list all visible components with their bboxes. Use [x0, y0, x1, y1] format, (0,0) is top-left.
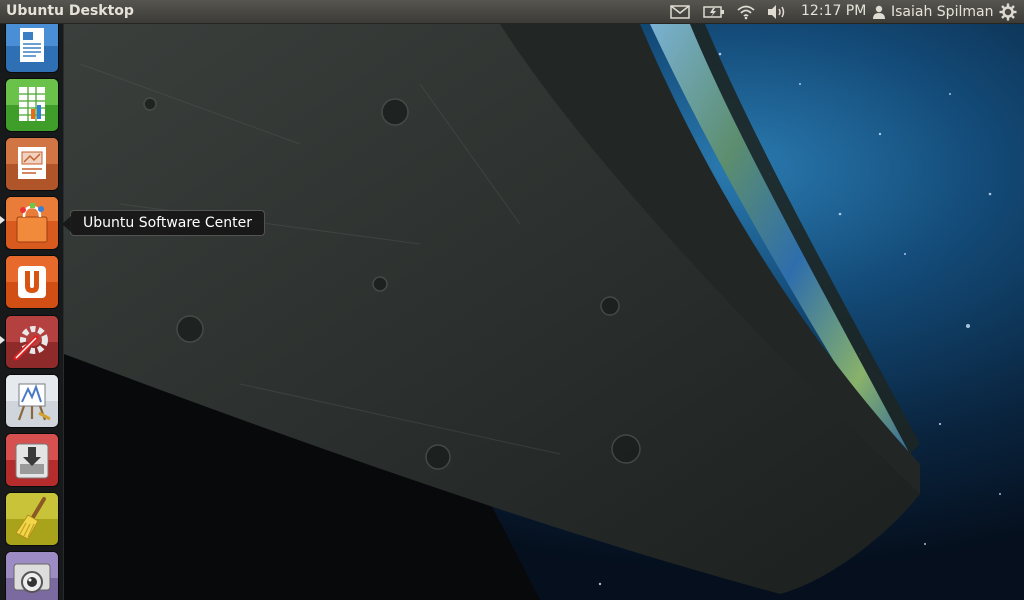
wifi-icon[interactable]: [734, 0, 758, 24]
desktop-wallpaper: [0, 24, 1024, 600]
ubuntu-one-icon: [6, 256, 58, 308]
launcher-item-software-center[interactable]: [6, 197, 58, 249]
top-panel: Ubuntu Desktop 12:17 PM Isaiah Spilman: [0, 0, 1024, 24]
gear-icon[interactable]: [996, 0, 1020, 24]
user-name: Isaiah Spilman: [891, 4, 994, 20]
launcher-item-ubuntu-one[interactable]: [6, 256, 58, 308]
document-icon: [6, 20, 58, 72]
easel-icon: [6, 375, 58, 427]
tooltip-arrow: [62, 216, 71, 232]
launcher-item-download-manager[interactable]: [6, 434, 58, 486]
user-menu[interactable]: Isaiah Spilman: [872, 0, 993, 24]
volume-icon[interactable]: [764, 0, 790, 24]
shopping-bag-icon: [6, 197, 58, 249]
launcher-item-calc[interactable]: [6, 79, 58, 131]
clock[interactable]: 12:17 PM: [801, 3, 866, 19]
launcher: [0, 20, 64, 600]
presentation-icon: [6, 138, 58, 190]
launcher-item-writer[interactable]: [6, 20, 58, 72]
spreadsheet-icon: [6, 79, 58, 131]
broom-icon: [6, 493, 58, 545]
launcher-item-cleaner[interactable]: [6, 493, 58, 545]
tooltip-text: Ubuntu Software Center: [83, 215, 252, 231]
battery-icon[interactable]: [701, 0, 727, 24]
launcher-tooltip: Ubuntu Software Center: [62, 210, 265, 236]
running-indicator: [0, 216, 5, 224]
webcam-icon: [6, 552, 58, 600]
wallpaper-image: [0, 24, 1024, 600]
running-indicator: [0, 336, 5, 344]
download-icon: [6, 434, 58, 486]
user-icon: [873, 5, 885, 19]
window-title: Ubuntu Desktop: [6, 3, 134, 19]
launcher-item-webcam[interactable]: [6, 552, 58, 600]
mail-icon[interactable]: [668, 0, 692, 24]
launcher-item-drawing[interactable]: [6, 375, 58, 427]
launcher-item-impress[interactable]: [6, 138, 58, 190]
settings-icon: [6, 316, 58, 368]
launcher-item-system-settings[interactable]: [6, 316, 58, 368]
